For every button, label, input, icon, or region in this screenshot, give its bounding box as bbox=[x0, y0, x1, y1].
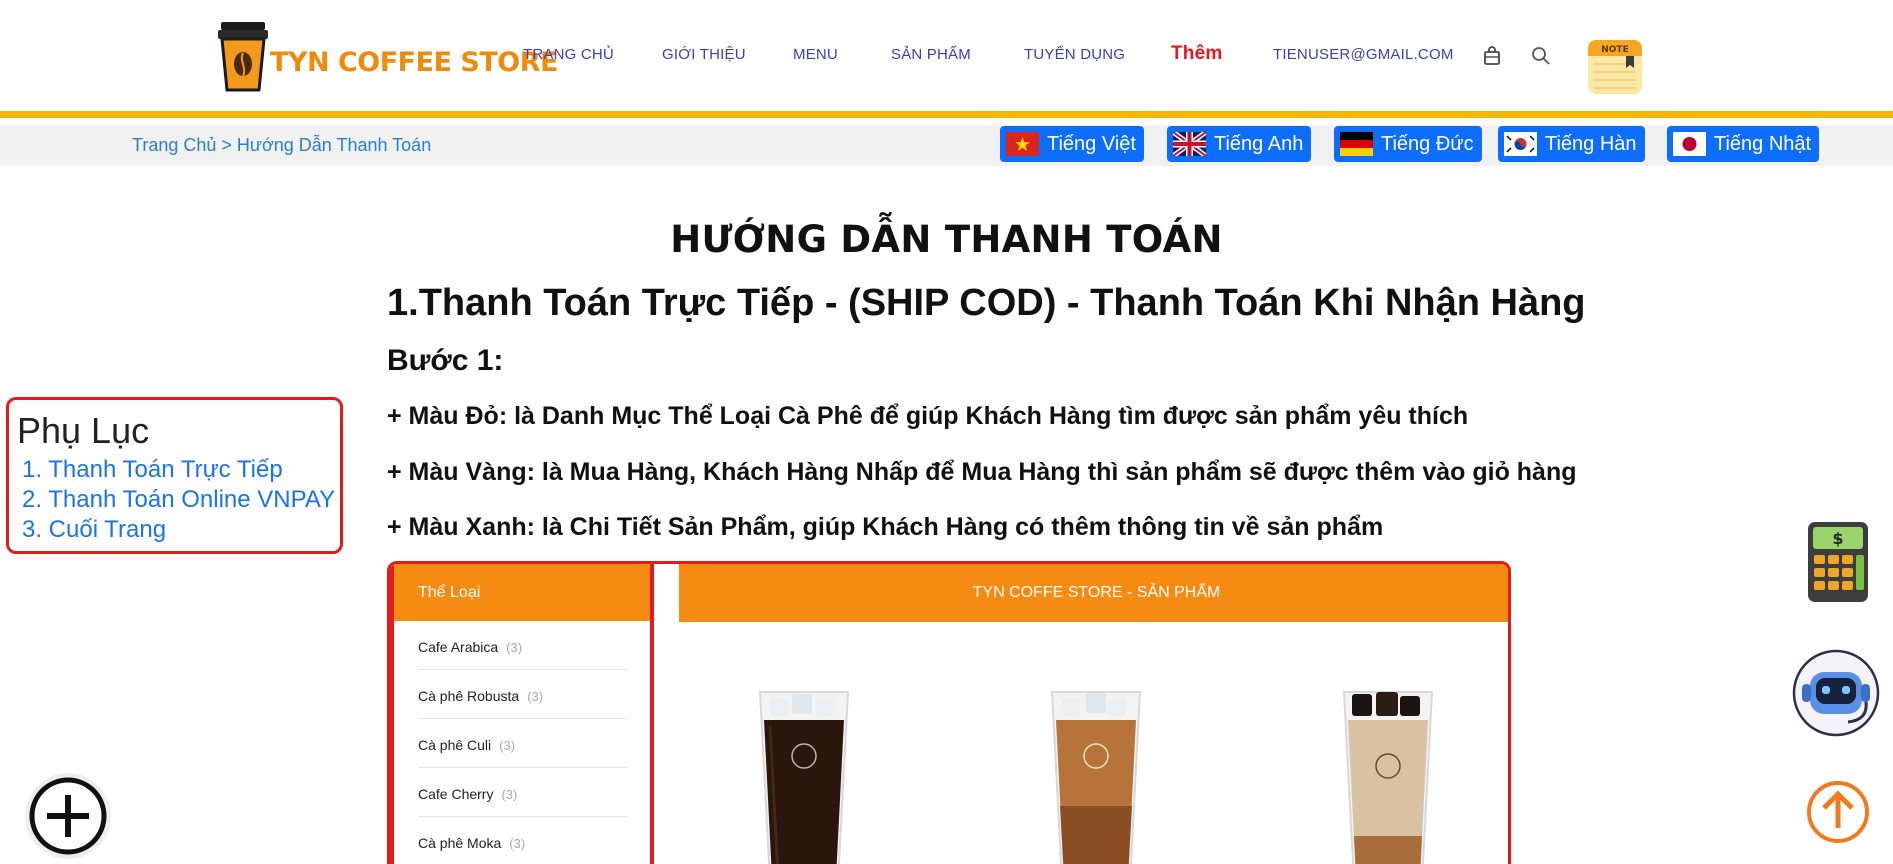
nav-menu[interactable]: MENU bbox=[793, 46, 838, 63]
germany-flag-icon bbox=[1340, 132, 1373, 156]
subbar: Trang Chủ > Hướng Dẫn Thanh Toán Tiếng V… bbox=[0, 125, 1893, 166]
nav-home[interactable]: TRANG CHỦ bbox=[523, 46, 614, 63]
category-name: Cafe Cherry bbox=[418, 786, 494, 802]
expand-menu-button[interactable] bbox=[25, 773, 111, 859]
appendix-link-direct-payment[interactable]: 1. Thanh Toán Trực Tiếp bbox=[22, 456, 283, 484]
iced-black-coffee-image[interactable] bbox=[756, 686, 852, 864]
section-heading-cod: 1.Thanh Toán Trực Tiếp - (SHIP COD) - Th… bbox=[387, 282, 1586, 324]
category-name: Cafe Arabica bbox=[418, 639, 499, 655]
category-item[interactable]: Cafe Cherry (3) bbox=[418, 768, 628, 817]
calculator-icon[interactable]: $ bbox=[1806, 520, 1870, 604]
category-name: Cà phê Culi bbox=[418, 737, 492, 753]
products-header: TYN COFFE STORE - SẢN PHẨM bbox=[679, 564, 1508, 622]
bullet-red: + Màu Đỏ: là Danh Mục Thể Loại Cà Phê để… bbox=[387, 402, 1469, 430]
lang-german-button[interactable]: Tiếng Đức bbox=[1334, 126, 1482, 162]
scroll-to-top-icon[interactable] bbox=[1806, 778, 1870, 846]
lang-label: Tiếng Anh bbox=[1214, 132, 1304, 155]
note-label: NOTE bbox=[1601, 45, 1628, 55]
cart-icon[interactable] bbox=[1483, 46, 1501, 66]
category-count: (3) bbox=[499, 738, 516, 753]
bullet-green: + Màu Xanh: là Chi Tiết Sản Phẩm, giúp K… bbox=[387, 513, 1384, 541]
appendix-link-vnpay[interactable]: 2. Thanh Toán Online VNPAY bbox=[22, 486, 335, 514]
lang-label: Tiếng Nhật bbox=[1714, 132, 1812, 155]
page: TYN COFFEE STORE TRANG CHỦ GIỚI THIỆU ME… bbox=[0, 0, 1893, 864]
nav-jobs[interactable]: TUYỂN DỤNG bbox=[1024, 46, 1125, 63]
category-item[interactable]: Cafe Arabica (3) bbox=[418, 621, 628, 670]
nav-products[interactable]: SẢN PHẨM bbox=[891, 46, 971, 63]
appendix-link-page-end[interactable]: 3. Cuối Trang bbox=[22, 516, 166, 544]
category-item[interactable]: Cà phê Robusta (3) bbox=[418, 670, 628, 719]
lang-japanese-button[interactable]: Tiếng Nhật bbox=[1667, 126, 1820, 162]
store-logo[interactable]: TYN COFFEE STORE bbox=[218, 20, 558, 92]
nav-more[interactable]: Thêm bbox=[1171, 43, 1222, 65]
category-name: Cà phê Robusta bbox=[418, 688, 520, 704]
bullet-yellow: + Màu Vàng: là Mua Hàng, Khách Hàng Nhấp… bbox=[387, 458, 1577, 486]
chatbot-icon[interactable] bbox=[1788, 648, 1884, 738]
japan-flag-icon bbox=[1673, 132, 1706, 156]
appendix-title: Phụ Lục bbox=[17, 410, 150, 451]
nav-about[interactable]: GIỚI THIỆU bbox=[662, 46, 746, 63]
svg-text:$: $ bbox=[1832, 529, 1843, 548]
category-name: Cà phê Moka bbox=[418, 835, 502, 851]
site-header: TYN COFFEE STORE TRANG CHỦ GIỚI THIỆU ME… bbox=[0, 0, 1893, 118]
nav-account-email[interactable]: TIENUSER@GMAIL.COM bbox=[1273, 46, 1454, 63]
category-count: (3) bbox=[527, 689, 544, 704]
category-header: Thể Loại bbox=[394, 564, 650, 621]
appendix-box: Phụ Lục 1. Thanh Toán Trực Tiếp 2. Thanh… bbox=[6, 397, 343, 554]
lang-label: Tiếng Đức bbox=[1381, 132, 1474, 155]
category-panel: Thể Loại Cafe Arabica (3) Cà phê Robusta (… bbox=[390, 564, 654, 864]
category-item[interactable]: Cà phê Culi (3) bbox=[418, 719, 628, 768]
lang-label: Tiếng Việt bbox=[1047, 132, 1136, 155]
category-item[interactable]: Cà phê Moka (3) bbox=[418, 817, 628, 864]
plus-circle-icon bbox=[29, 777, 107, 855]
lang-vietnamese-button[interactable]: Tiếng Việt bbox=[1000, 126, 1144, 162]
lang-korean-button[interactable]: Tiếng Hàn bbox=[1498, 126, 1645, 162]
iced-milk-coffee-image[interactable] bbox=[1048, 686, 1144, 864]
lang-label: Tiếng Hàn bbox=[1545, 132, 1637, 155]
product-demo-image: Thể Loại Cafe Arabica (3) Cà phê Robusta (… bbox=[387, 561, 1511, 864]
step-heading: Bước 1: bbox=[387, 344, 504, 377]
iced-jelly-latte-image[interactable] bbox=[1340, 686, 1436, 864]
note-icon[interactable]: NOTE bbox=[1586, 38, 1644, 96]
category-count: (3) bbox=[506, 640, 523, 655]
coffee-cup-logo-icon bbox=[218, 22, 268, 92]
uk-flag-icon bbox=[1173, 132, 1206, 156]
vietnam-flag-icon bbox=[1006, 132, 1039, 156]
lang-english-button[interactable]: Tiếng Anh bbox=[1167, 126, 1312, 162]
korea-flag-icon bbox=[1504, 132, 1537, 156]
logo-text: TYN COFFEE STORE bbox=[270, 46, 558, 78]
search-icon[interactable] bbox=[1531, 46, 1551, 66]
category-count: (3) bbox=[509, 836, 526, 851]
category-count: (3) bbox=[501, 787, 518, 802]
breadcrumb[interactable]: Trang Chủ > Hướng Dẫn Thanh Toán bbox=[132, 135, 431, 156]
page-title: HƯỚNG DẪN THANH TOÁN bbox=[670, 218, 1223, 261]
